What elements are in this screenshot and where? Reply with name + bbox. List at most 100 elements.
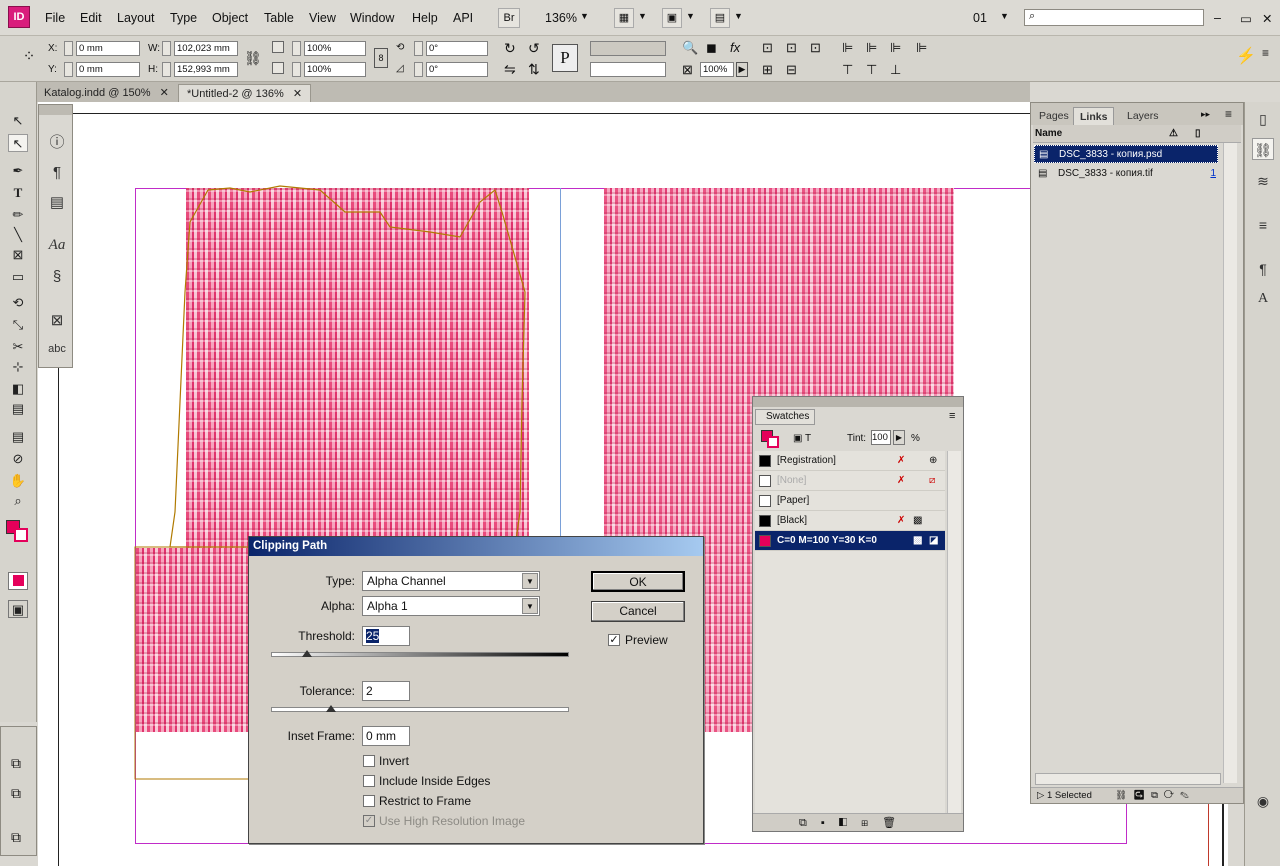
opacity-field[interactable]: 100%: [700, 62, 734, 77]
gradient-feather-tool-icon[interactable]: ▤: [8, 400, 28, 418]
shear-stepper[interactable]: [414, 62, 423, 77]
close-icon[interactable]: ✕: [293, 88, 302, 100]
restrict-to-frame-checkbox[interactable]: [363, 795, 375, 807]
scissors-tool-icon[interactable]: ✂: [8, 338, 28, 356]
scale-tool-icon[interactable]: ⤡: [8, 316, 28, 334]
chevron-down-icon[interactable]: ▼: [686, 11, 695, 21]
distribute-icon[interactable]: ⊫: [916, 40, 927, 56]
quick-apply-icon[interactable]: ⚡: [1236, 46, 1256, 66]
invert-checkbox[interactable]: [363, 755, 375, 767]
panel-grip[interactable]: [753, 397, 963, 407]
view-options-icon[interactable]: ▦: [614, 8, 634, 28]
swatches-panel-icon[interactable]: ◉: [1252, 790, 1274, 812]
drop-shadow-icon[interactable]: ◼: [706, 40, 717, 56]
direct-selection-tool-icon[interactable]: ↖: [8, 134, 28, 152]
flip-horizontal-icon[interactable]: ⇋: [504, 61, 516, 78]
link-actions-icon[interactable]: ⛓↪⧉⟳✎: [1115, 788, 1195, 804]
zoom-icon[interactable]: 🔍: [682, 40, 698, 56]
include-inside-edges-checkbox[interactable]: [363, 775, 375, 787]
link-row[interactable]: ▤ DSC_3833 - копия.psd: [1034, 145, 1218, 163]
align-center-icon[interactable]: ⊫: [866, 40, 877, 56]
pages-icon[interactable]: ⧉: [11, 755, 21, 772]
bridge-button[interactable]: Br: [498, 8, 520, 28]
info-icon[interactable]: ⓘ: [46, 133, 68, 153]
selection-tool-icon[interactable]: ↖: [8, 112, 28, 130]
center-content-icon[interactable]: ⊡: [810, 40, 821, 56]
color-swatches-icon[interactable]: ▪: [821, 817, 839, 829]
paragraph-icon[interactable]: ¶: [46, 163, 68, 183]
chevron-down-icon[interactable]: ▼: [734, 11, 743, 21]
chevron-down-icon[interactable]: ▼: [1000, 11, 1009, 21]
align-right-icon[interactable]: ⊫: [890, 40, 901, 56]
threshold-slider[interactable]: [271, 652, 569, 657]
layers-icon[interactable]: ⧉: [11, 785, 21, 802]
hand-tool-icon[interactable]: ✋: [8, 472, 28, 490]
flip-vertical-icon[interactable]: ⇅: [528, 61, 540, 78]
links-icon[interactable]: ⧉: [11, 829, 21, 846]
align-left-icon[interactable]: ⊫: [842, 40, 853, 56]
delete-icon[interactable]: 🗑: [882, 817, 910, 829]
vertical-scrollbar[interactable]: [947, 451, 961, 813]
h-stepper[interactable]: [162, 62, 171, 77]
close-icon[interactable]: ✕: [160, 87, 169, 99]
panel-menu-icon[interactable]: ≡: [949, 410, 955, 422]
w-stepper[interactable]: [162, 41, 171, 56]
inset-frame-field[interactable]: 0 mm: [362, 726, 410, 746]
tolerance-field[interactable]: 2: [362, 681, 410, 701]
minimize-icon[interactable]: –: [1214, 11, 1221, 25]
stroke-swatch[interactable]: [14, 528, 28, 542]
link-row[interactable]: ▤ DSC_3833 - копия.tif 1: [1034, 165, 1218, 183]
zoom-level[interactable]: 136%: [545, 11, 577, 25]
show-all-icon[interactable]: ⧉: [799, 817, 821, 829]
align-middle-icon[interactable]: ⊤: [866, 62, 877, 78]
rectangle-frame-tool-icon[interactable]: ⊠: [8, 246, 28, 264]
ok-button[interactable]: OK: [591, 571, 685, 592]
normal-view-icon[interactable]: ▣: [8, 600, 28, 618]
menu-type[interactable]: Type: [170, 11, 197, 25]
menu-object[interactable]: Object: [212, 11, 248, 25]
alpha-select[interactable]: Alpha 1 ▼: [362, 596, 540, 616]
free-transform-tool-icon[interactable]: ⊹: [8, 358, 28, 376]
rotate-stepper[interactable]: [414, 41, 423, 56]
opacity-dropdown-icon[interactable]: ▶: [736, 62, 748, 77]
vertical-scrollbar[interactable]: [1223, 143, 1237, 783]
pencil-tool-icon[interactable]: ✏: [8, 206, 28, 224]
fit-frame-icon[interactable]: ⊡: [786, 40, 797, 56]
fit-proportionally-icon[interactable]: ⊟: [786, 62, 797, 78]
text-wrap-icon[interactable]: ▤: [46, 193, 68, 213]
rotate-field[interactable]: 0°: [426, 41, 488, 56]
panel-menu-icon[interactable]: ≡: [1262, 46, 1269, 60]
tab-links[interactable]: Links: [1073, 107, 1115, 125]
layers-panel-icon[interactable]: ≋: [1252, 170, 1274, 192]
scale-y-stepper[interactable]: [292, 62, 301, 77]
x-field[interactable]: 0 mm: [76, 41, 140, 56]
spell-check-icon[interactable]: abc: [46, 339, 68, 359]
swatches-footer[interactable]: ⧉▪◧⊞🗑: [753, 813, 963, 831]
menu-table[interactable]: Table: [264, 11, 294, 25]
frame-icon[interactable]: ⊠: [46, 311, 68, 331]
chevron-down-icon[interactable]: ▼: [638, 11, 647, 21]
shear-field[interactable]: 0°: [426, 62, 488, 77]
expand-icon[interactable]: ▷: [1037, 790, 1044, 801]
constrain-proportions-icon[interactable]: ⛓: [244, 50, 262, 67]
scale-x-field[interactable]: 100%: [304, 41, 366, 56]
rotate-cw-icon[interactable]: ↻: [504, 40, 516, 57]
stroke-swatch[interactable]: [767, 436, 779, 448]
fill-frame-icon[interactable]: ⊞: [762, 62, 773, 78]
line-tool-icon[interactable]: ╲: [8, 226, 28, 244]
horizontal-scrollbar[interactable]: [1035, 773, 1221, 785]
gradient-swatches-icon[interactable]: ◧: [839, 817, 861, 829]
menu-api[interactable]: API: [453, 11, 473, 25]
h-field[interactable]: 152,993 mm: [174, 62, 238, 77]
menu-view[interactable]: View: [309, 11, 336, 25]
swatch-row-black[interactable]: [Black] ✗ ▩: [755, 511, 945, 531]
tab-untitled-2[interactable]: *Untitled-2 @ 136% ✕: [178, 84, 312, 102]
links-panel-icon[interactable]: ⛓: [1252, 138, 1274, 160]
apply-color-icon[interactable]: [8, 572, 28, 590]
character-styles-icon[interactable]: A: [1252, 288, 1274, 310]
reference-point-icon[interactable]: ⁘: [18, 46, 40, 68]
tab-layers[interactable]: Layers: [1121, 107, 1165, 125]
y-stepper[interactable]: [64, 62, 73, 77]
tolerance-slider[interactable]: [271, 707, 569, 712]
tint-field[interactable]: 100: [871, 430, 891, 445]
